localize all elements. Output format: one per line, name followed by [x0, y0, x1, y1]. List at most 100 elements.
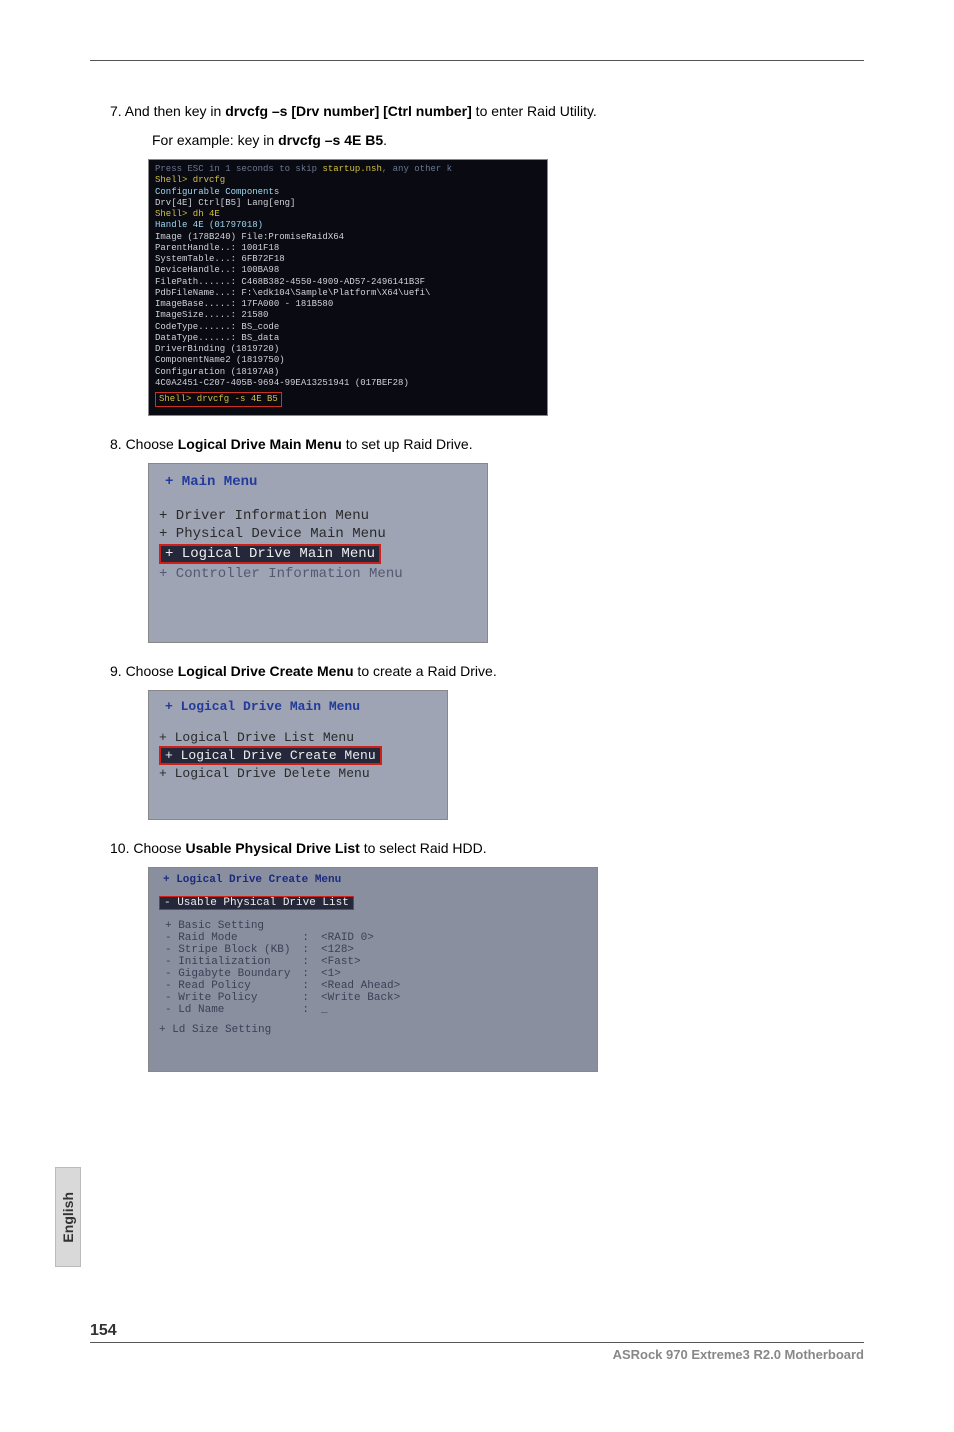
t: Press ESC in 1 seconds to skip — [155, 164, 322, 174]
table-row: - Write Policy:<Write Back> — [159, 992, 406, 1004]
ld-list-menu: + Logical Drive List Menu — [159, 730, 439, 745]
table-row: - Ld Name:_ — [159, 1004, 406, 1016]
shell-line-21: 4C0A2451-C207-405B-9694-99EA13251941 (01… — [155, 378, 541, 389]
step-7-sub: For example: key in drvcfg –s 4E B5. — [90, 130, 864, 151]
shell-line-19: ComponentName2 (1819750) — [155, 355, 541, 366]
ld-main-title: + Logical Drive Main Menu — [165, 699, 439, 714]
step8-suffix: to set up Raid Drive. — [342, 436, 473, 452]
step8-bold: Logical Drive Main Menu — [178, 436, 342, 452]
shell-line-12: FilePath......: C468B382-4550-4909-AD57-… — [155, 277, 541, 288]
k: - Stripe Block (KB) — [159, 944, 296, 956]
v: _ — [315, 1004, 406, 1016]
v: <Read Ahead> — [315, 980, 406, 992]
table-row: - Gigabyte Boundary:<1> — [159, 968, 406, 980]
v: <Write Back> — [315, 992, 406, 1004]
step7-suffix: to enter Raid Utility. — [472, 103, 597, 119]
v — [315, 920, 406, 932]
c: : — [296, 944, 315, 956]
usable-pd-list-highlight: - Usable Physical Drive List — [159, 896, 354, 910]
c: : — [296, 980, 315, 992]
step9-suffix: to create a Raid Drive. — [354, 663, 497, 679]
shell-highlight-box: Shell> drvcfg -s 4E B5 — [155, 392, 282, 407]
settings-table: + Basic Setting - Raid Mode:<RAID 0> - S… — [159, 920, 406, 1016]
shell-line-20: Configuration (18197A8) — [155, 367, 541, 378]
table-row: - Raid Mode:<RAID 0> — [159, 932, 406, 944]
menu-physical-device: + Physical Device Main Menu — [159, 526, 479, 542]
shell-line-4: Drv[4E] Ctrl[B5] Lang[eng] — [155, 198, 541, 209]
menu-controller-info: + Controller Information Menu — [159, 566, 479, 582]
c: : — [296, 956, 315, 968]
step7-line2-suffix: . — [383, 132, 387, 148]
shell-line-9: ParentHandle..: 1001F18 — [155, 243, 541, 254]
k: - Raid Mode — [159, 932, 296, 944]
step9-bold: Logical Drive Create Menu — [178, 663, 354, 679]
k: - Initialization — [159, 956, 296, 968]
footer-product: ASRock 970 Extreme3 R2.0 Motherboard — [90, 1347, 864, 1362]
ld-create-title: + Logical Drive Create Menu — [163, 874, 589, 886]
shell-line-18: DriverBinding (1819720) — [155, 344, 541, 355]
main-menu-title: + Main Menu — [165, 474, 479, 490]
v: <1> — [315, 968, 406, 980]
shell-line-1: Press ESC in 1 seconds to skip startup.n… — [155, 164, 541, 175]
c: : — [296, 968, 315, 980]
shell-line-17: DataType......: BS_data — [155, 333, 541, 344]
step10-prefix: 10. Choose — [110, 840, 186, 856]
table-row: + Basic Setting — [159, 920, 406, 932]
k: + Basic Setting — [159, 920, 296, 932]
k: - Write Policy — [159, 992, 296, 1004]
step7-prefix: 7. And then key in — [110, 103, 225, 119]
step9-prefix: 9. Choose — [110, 663, 178, 679]
shell-line-10: SystemTable...: 6FB72F18 — [155, 254, 541, 265]
step10-bold: Usable Physical Drive List — [186, 840, 360, 856]
shell-line-8: Image (178B240) File:PromiseRaidX64 — [155, 232, 541, 243]
table-row: - Stripe Block (KB):<128> — [159, 944, 406, 956]
language-tab: English — [55, 1167, 81, 1267]
step7-cmd: drvcfg –s [Drv number] [Ctrl number] — [225, 103, 472, 119]
shell-line-16: CodeType......: BS_code — [155, 322, 541, 333]
c: : — [296, 992, 315, 1004]
step8-prefix: 8. Choose — [110, 436, 178, 452]
t: , any other k — [382, 164, 452, 174]
shell-line-14: ImageBase.....: 17FA000 - 181B580 — [155, 299, 541, 310]
main-menu-screenshot: + Main Menu + Driver Information Menu + … — [148, 463, 488, 643]
step-10: 10. Choose Usable Physical Drive List to… — [90, 838, 864, 859]
language-tab-label: English — [60, 1192, 76, 1243]
page-top-rule — [90, 60, 864, 61]
footer-rule — [90, 1342, 864, 1343]
step-8: 8. Choose Logical Drive Main Menu to set… — [90, 434, 864, 455]
c: : — [296, 932, 315, 944]
step-7: 7. And then key in drvcfg –s [Drv number… — [90, 101, 864, 122]
c: : — [296, 1004, 315, 1016]
c — [296, 920, 315, 932]
page-number: 154 — [90, 1322, 864, 1340]
shell-line-13: PdbFileName...: F:\edk104\Sample\Platfor… — [155, 288, 541, 299]
table-row: - Read Policy:<Read Ahead> — [159, 980, 406, 992]
step-9: 9. Choose Logical Drive Create Menu to c… — [90, 661, 864, 682]
v: <128> — [315, 944, 406, 956]
step7-line2-prefix: For example: key in — [152, 132, 278, 148]
k: - Gigabyte Boundary — [159, 968, 296, 980]
shell-line-2: Shell> drvcfg — [155, 175, 541, 186]
ld-delete-menu: + Logical Drive Delete Menu — [159, 766, 439, 781]
startup-nsh: startup.nsh — [322, 164, 381, 174]
shell-line-3: Configurable Components — [155, 187, 541, 198]
shell-line-11: DeviceHandle..: 100BA98 — [155, 265, 541, 276]
table-row: - Initialization:<Fast> — [159, 956, 406, 968]
k: - Read Policy — [159, 980, 296, 992]
page-footer: 154 ASRock 970 Extreme3 R2.0 Motherboard — [90, 1322, 864, 1362]
v: <Fast> — [315, 956, 406, 968]
k: - Ld Name — [159, 1004, 296, 1016]
ld-main-menu-screenshot: + Logical Drive Main Menu + Logical Driv… — [148, 690, 448, 820]
ld-create-menu-screenshot: + Logical Drive Create Menu - Usable Phy… — [148, 867, 598, 1072]
step10-suffix: to select Raid HDD. — [360, 840, 487, 856]
menu-driver-info: + Driver Information Menu — [159, 508, 479, 524]
shell-line-15: ImageSize.....: 21580 — [155, 310, 541, 321]
v: <RAID 0> — [315, 932, 406, 944]
shell-line-6: Shell> dh 4E — [155, 209, 541, 220]
menu-logical-drive-highlight: + Logical Drive Main Menu — [159, 544, 381, 564]
ld-create-highlight: + Logical Drive Create Menu — [159, 746, 382, 765]
shell-screenshot: Press ESC in 1 seconds to skip startup.n… — [148, 159, 548, 416]
step7-line2-bold: drvcfg –s 4E B5 — [278, 132, 383, 148]
shell-line-7: Handle 4E (01797018) — [155, 220, 541, 231]
ld-size-setting: + Ld Size Setting — [159, 1024, 589, 1036]
